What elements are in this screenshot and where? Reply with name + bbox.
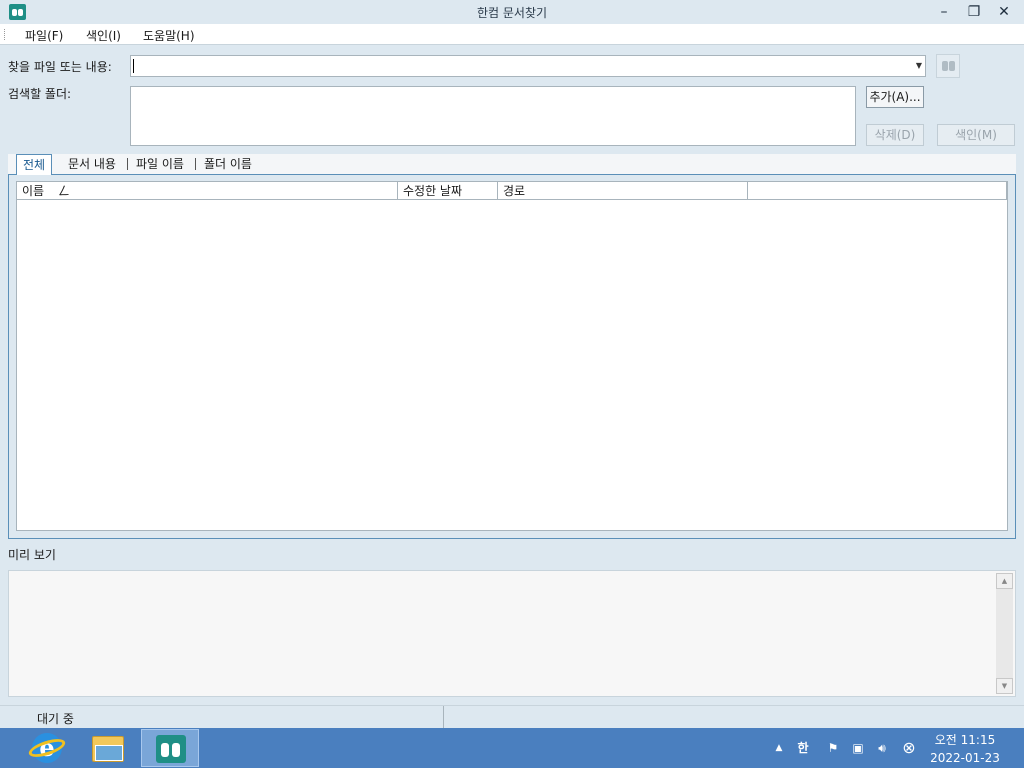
column-header-path[interactable]: 경로: [498, 182, 748, 200]
minimize-button[interactable]: –: [930, 2, 958, 22]
tab-file-name[interactable]: 파일 이름: [130, 154, 190, 175]
sort-indicator-icon: ㄥ: [57, 184, 70, 198]
binoculars-app-icon: [156, 735, 186, 763]
column-name-label: 이름: [22, 184, 45, 198]
tab-folder-name[interactable]: 폴더 이름: [198, 154, 258, 175]
column-header-modified[interactable]: 수정한 날짜: [398, 182, 498, 200]
delete-folder-button[interactable]: 삭제(D): [866, 124, 924, 146]
clock-date: 2022-01-23: [930, 751, 1000, 765]
taskbar-file-explorer[interactable]: [78, 729, 136, 767]
status-text: 대기 중: [37, 712, 74, 726]
menu-file[interactable]: 파일(F): [25, 27, 63, 44]
tab-all[interactable]: 전체: [16, 154, 53, 175]
folder-label: 검색할 폴더:: [8, 87, 72, 101]
status-separator: [443, 706, 444, 729]
tab-separator: [195, 158, 196, 170]
ime-indicator[interactable]: 한: [793, 728, 813, 768]
file-explorer-icon: [92, 736, 124, 762]
preview-pane: ▲ ▼: [8, 570, 1016, 697]
text-caret: [133, 59, 134, 73]
menu-index[interactable]: 색인(I): [86, 27, 121, 44]
preview-scrollbar[interactable]: ▲ ▼: [996, 573, 1013, 694]
menu-bar: 파일(F) 색인(I) 도움말(H): [0, 24, 1024, 45]
taskbar-hancom-finder[interactable]: [141, 729, 199, 767]
dropdown-arrow-icon[interactable]: ▼: [916, 58, 922, 74]
volume-icon[interactable]: 🔊︎: [872, 728, 892, 768]
clock-time: 오전 11:15: [934, 733, 996, 747]
menu-help[interactable]: 도움말(H): [143, 27, 195, 44]
title-bar: 한컴 문서찾기 – ❐ ✕: [0, 0, 1024, 24]
action-center-flag-icon[interactable]: ⚑: [823, 728, 843, 768]
show-hidden-icons-icon[interactable]: ▲: [772, 728, 786, 768]
close-button[interactable]: ✕: [990, 2, 1018, 22]
preview-label: 미리 보기: [8, 548, 56, 562]
results-list[interactable]: 이름 ㄥ 수정한 날짜 경로: [16, 181, 1008, 531]
folder-list-box[interactable]: [130, 86, 856, 146]
network-icon[interactable]: ▣: [848, 728, 868, 768]
tab-strip: 전체 문서 내용 파일 이름 폴더 이름: [8, 154, 1016, 175]
tab-separator: [127, 158, 128, 170]
search-label: 찾을 파일 또는 내용:: [8, 60, 112, 74]
index-button[interactable]: 색인(M): [937, 124, 1015, 146]
taskbar-internet-explorer[interactable]: e: [16, 729, 74, 767]
taskbar: e ▲ 한 ⚑ ▣ 🔊︎ ⊗ 오전 11:15 2022-01-23: [0, 728, 1024, 768]
column-header-extra[interactable]: [748, 182, 1007, 200]
menu-grip: [4, 29, 6, 40]
taskbar-clock[interactable]: 오전 11:15 2022-01-23: [922, 732, 1008, 766]
search-binoculars-button[interactable]: [936, 54, 960, 78]
error-x-icon[interactable]: ⊗: [898, 728, 920, 768]
scroll-down-arrow-icon[interactable]: ▼: [996, 678, 1013, 694]
tab-document-content[interactable]: 문서 내용: [62, 154, 122, 175]
column-header-name[interactable]: 이름 ㄥ: [17, 182, 398, 200]
status-bar: 대기 중: [0, 705, 1024, 729]
add-folder-button[interactable]: 추가(A)...: [866, 86, 924, 108]
window-title: 한컴 문서찾기: [476, 6, 548, 20]
restore-button[interactable]: ❐: [960, 2, 988, 22]
scroll-up-arrow-icon[interactable]: ▲: [996, 573, 1013, 589]
search-combo[interactable]: ▼: [130, 55, 926, 77]
